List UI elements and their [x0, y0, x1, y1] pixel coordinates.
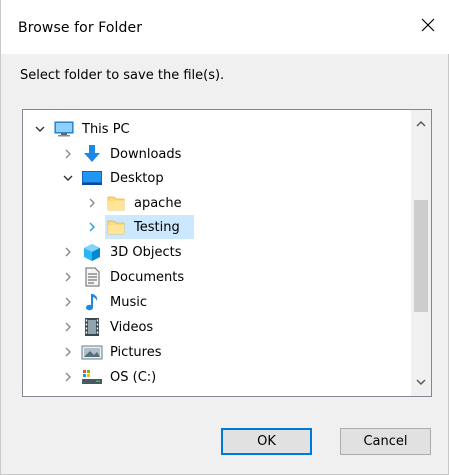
browse-folder-dialog: Browse for Folder Select folder to save …: [0, 0, 449, 475]
tree-item-label: Videos: [110, 319, 154, 335]
tree-item-this-pc[interactable]: This PC: [33, 117, 133, 141]
tree-item-documents[interactable]: Documents: [61, 265, 187, 289]
tree-item-pictures[interactable]: Pictures: [61, 340, 164, 364]
3d-objects-icon: [81, 242, 103, 262]
cancel-button[interactable]: Cancel: [340, 428, 431, 455]
chevron-right-icon[interactable]: [61, 345, 75, 359]
tree-item-downloads[interactable]: Downloads: [61, 142, 184, 166]
scroll-thumb[interactable]: [414, 200, 428, 312]
folder-icon: [105, 193, 127, 213]
tree-item-3d-objects[interactable]: 3D Objects: [61, 240, 185, 264]
tree-item-apache[interactable]: apache: [85, 191, 185, 215]
tree-item-label: apache: [134, 195, 182, 211]
chevron-right-icon[interactable]: [61, 270, 75, 284]
tree-item-label: Desktop: [110, 170, 164, 186]
folder-icon: [105, 217, 127, 237]
scroll-up-button[interactable]: [411, 114, 431, 134]
dialog-title: Browse for Folder: [18, 20, 143, 36]
downloads-icon: [81, 144, 103, 164]
tree-item-label: OS (C:): [110, 369, 157, 385]
desktop-icon: [81, 168, 103, 188]
tree-item-label: Downloads: [110, 146, 182, 162]
close-icon: [421, 18, 435, 32]
pictures-icon: [81, 342, 103, 362]
tree-item-videos[interactable]: Videos: [61, 315, 156, 339]
pc-icon: [53, 119, 75, 139]
ok-button[interactable]: OK: [221, 428, 312, 455]
chevron-right-icon[interactable]: [61, 320, 75, 334]
chevron-right-icon[interactable]: [61, 147, 75, 161]
tree-item-label: This PC: [82, 121, 130, 137]
tree-item-label: Testing: [134, 219, 180, 235]
tree-item-desktop[interactable]: Desktop: [61, 166, 167, 190]
chevron-right-icon[interactable]: [61, 370, 75, 384]
vertical-scrollbar[interactable]: [411, 110, 431, 396]
instruction-text: Select folder to save the file(s).: [20, 68, 225, 83]
chevron-right-icon[interactable]: [85, 196, 99, 210]
tree-item-testing[interactable]: Testing: [85, 215, 194, 239]
scroll-down-button[interactable]: [411, 372, 431, 392]
drive-icon: [81, 367, 103, 387]
documents-icon: [81, 267, 103, 287]
chevron-right-icon[interactable]: [61, 295, 75, 309]
tree-item-label: 3D Objects: [110, 244, 182, 260]
tree-item-os-c[interactable]: OS (C:): [61, 365, 159, 389]
chevron-right-icon[interactable]: [61, 245, 75, 259]
tree-item-music[interactable]: Music: [61, 290, 150, 314]
videos-icon: [81, 317, 103, 337]
tree-item-label: Documents: [110, 269, 185, 285]
chevron-right-icon[interactable]: [85, 220, 99, 234]
chevron-down-icon[interactable]: [33, 122, 47, 136]
tree-item-label: Pictures: [110, 344, 162, 360]
chevron-down-icon: [416, 379, 426, 385]
music-icon: [81, 292, 103, 312]
close-button[interactable]: [409, 8, 447, 42]
title-bar: Browse for Folder: [1, 0, 449, 54]
tree-item-label: Music: [110, 294, 147, 310]
folder-tree[interactable]: This PC Downloads Desktop apache Testing…: [22, 109, 432, 397]
chevron-up-icon: [416, 121, 426, 127]
chevron-down-icon[interactable]: [61, 171, 75, 185]
